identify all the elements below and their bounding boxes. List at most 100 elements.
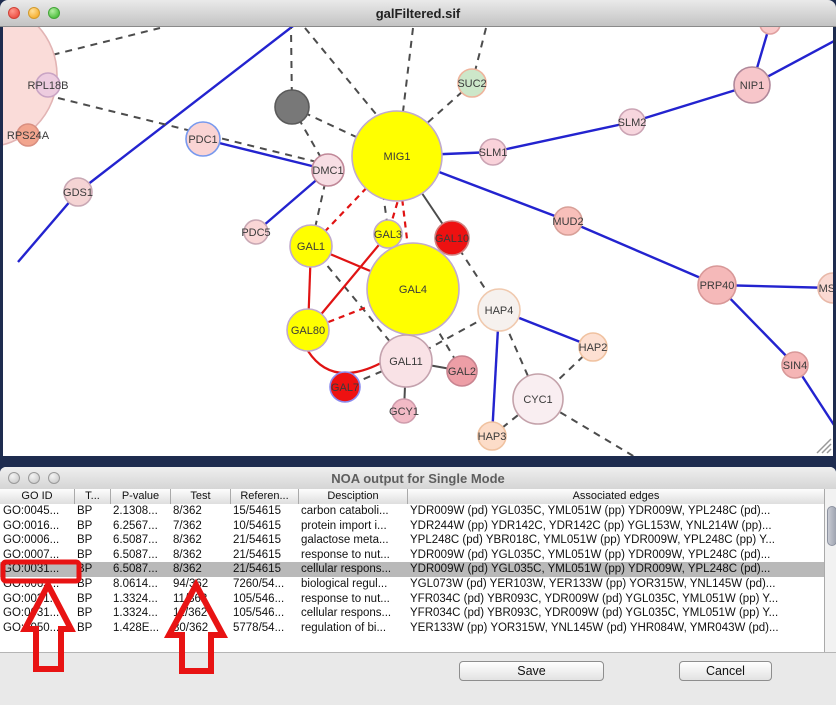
- window-title: NOA output for Single Mode: [331, 471, 505, 486]
- cell-p-value: 1.3324...: [110, 592, 170, 607]
- node-msl1[interactable]: MSL1: [818, 273, 833, 303]
- cell-test: 7/362: [170, 519, 230, 534]
- cell-p-value: 6.2567...: [110, 519, 170, 534]
- node-label: SLM1: [479, 147, 508, 159]
- table-row[interactable]: GO:0065...BP8.0614...94/3627260/54...bio…: [0, 577, 824, 592]
- network-window-titlebar[interactable]: galFiltered.sif: [0, 0, 836, 27]
- node-gal11[interactable]: GAL11: [380, 335, 432, 387]
- node-gal10[interactable]: GAL10: [435, 221, 469, 255]
- close-button[interactable]: [8, 472, 20, 484]
- resize-grip-icon[interactable]: [813, 436, 833, 454]
- edge-blue[interactable]: [632, 85, 752, 122]
- network-canvas[interactable]: RPL18BRPS24AGDS1PDC1PDC5DMC1MIG1SUC2SLM1…: [3, 26, 833, 456]
- edge-dash[interactable]: [305, 28, 385, 125]
- column-header-reference[interactable]: Referen...: [230, 489, 298, 504]
- network-graph: RPL18BRPS24AGDS1PDC1PDC5DMC1MIG1SUC2SLM1…: [3, 26, 833, 456]
- column-header-type[interactable]: T...: [74, 489, 110, 504]
- cell-type: BP: [74, 548, 110, 563]
- noa-window-titlebar[interactable]: NOA output for Single Mode: [0, 467, 836, 490]
- zoom-button[interactable]: [48, 7, 60, 19]
- table-row[interactable]: GO:0007...BP6.5087...8/36221/54615respon…: [0, 548, 824, 563]
- cell-test: 8/362: [170, 562, 230, 577]
- cancel-button[interactable]: Cancel: [679, 661, 772, 681]
- node-top-right[interactable]: [760, 26, 780, 34]
- column-header-go-id[interactable]: GO ID: [0, 489, 74, 504]
- node-label: SLM2: [618, 117, 647, 129]
- node-gray-node[interactable]: [275, 90, 309, 124]
- edge-dash[interactable]: [40, 28, 160, 58]
- node-suc2[interactable]: SUC2: [457, 69, 486, 97]
- cell-test: 8/362: [170, 548, 230, 563]
- node-cyc1[interactable]: CYC1: [513, 374, 563, 424]
- table-row[interactable]: GO:0031...BP1.3324...11/362105/546...cel…: [0, 606, 824, 621]
- column-header-p-value[interactable]: P-value: [110, 489, 170, 504]
- cell-go-id: GO:0031...: [0, 606, 74, 621]
- node-slm1[interactable]: SLM1: [479, 139, 508, 165]
- cell-reference: 15/54615: [230, 504, 298, 519]
- node-mig1[interactable]: MIG1: [352, 111, 442, 201]
- node-label: GAL1: [297, 241, 325, 253]
- node-sin4[interactable]: SIN4: [782, 352, 808, 378]
- table-row[interactable]: GO:0016...BP6.2567...7/36210/54615protei…: [0, 519, 824, 534]
- table-header: GO IDT...P-valueTestReferen...Desciption…: [0, 489, 836, 505]
- cell-reference: 21/54615: [230, 533, 298, 548]
- node-gal3[interactable]: GAL3: [374, 220, 402, 248]
- column-header-description[interactable]: Desciption: [298, 489, 407, 504]
- table-row[interactable]: GO:0045...BP2.1308...8/36215/54615carbon…: [0, 504, 824, 519]
- cell-p-value: 6.5087...: [110, 533, 170, 548]
- node-gds1[interactable]: GDS1: [63, 178, 93, 206]
- cell-description: carbon cataboli...: [298, 504, 407, 519]
- edge-blue[interactable]: [78, 26, 293, 192]
- vertical-scrollbar[interactable]: [824, 489, 836, 652]
- cell-reference: 105/546...: [230, 592, 298, 607]
- cell-associated-edges: YDR244W (pp) YDR142C, YDR142C (pp) YGL15…: [407, 519, 824, 534]
- cell-p-value: 6.5087...: [110, 562, 170, 577]
- cell-reference: 7260/54...: [230, 577, 298, 592]
- node-gal1[interactable]: GAL1: [290, 225, 332, 267]
- cell-reference: 10/54615: [230, 519, 298, 534]
- minimize-button[interactable]: [28, 7, 40, 19]
- cell-reference: 105/546...: [230, 606, 298, 621]
- table-row[interactable]: GO:0031...BP6.5087...8/36221/54615cellul…: [0, 562, 824, 577]
- node-hap3[interactable]: HAP3: [478, 422, 507, 450]
- cell-type: BP: [74, 519, 110, 534]
- node-pdc1[interactable]: PDC1: [186, 122, 220, 156]
- noa-window: NOA output for Single Mode GO IDT...P-va…: [0, 467, 836, 704]
- node-label: GAL3: [374, 229, 402, 241]
- node-prp40[interactable]: PRP40: [698, 266, 736, 304]
- node-gal80[interactable]: GAL80: [287, 309, 329, 351]
- cell-description: regulation of bi...: [298, 621, 407, 636]
- edge-blue[interactable]: [493, 122, 632, 152]
- node-hap2[interactable]: HAP2: [579, 333, 608, 361]
- network-window: RPL18BRPS24AGDS1PDC1PDC5DMC1MIG1SUC2SLM1…: [0, 0, 836, 460]
- scrollbar-thumb[interactable]: [827, 506, 836, 546]
- cell-test: 11/362: [170, 592, 230, 607]
- node-hap4[interactable]: HAP4: [478, 289, 520, 331]
- cell-type: BP: [74, 592, 110, 607]
- cell-description: galactose meta...: [298, 533, 407, 548]
- node-nip1[interactable]: NIP1: [734, 67, 770, 103]
- zoom-button[interactable]: [48, 472, 60, 484]
- column-header-associated-edges[interactable]: Associated edges: [407, 489, 824, 504]
- cell-description: response to nut...: [298, 548, 407, 563]
- table-row[interactable]: GO:0050...BP1.428E...80/3625778/54...reg…: [0, 621, 824, 636]
- node-gal2[interactable]: GAL2: [447, 356, 477, 386]
- node-label: CYC1: [523, 394, 552, 406]
- node-dmc1[interactable]: DMC1: [312, 154, 344, 186]
- node-gal4[interactable]: GAL4: [367, 243, 459, 335]
- column-header-test[interactable]: Test: [170, 489, 230, 504]
- close-button[interactable]: [8, 7, 20, 19]
- edge-blue[interactable]: [203, 139, 328, 170]
- node-gal7[interactable]: GAL7: [330, 372, 360, 402]
- node-mud2[interactable]: MUD2: [552, 207, 583, 235]
- table-row[interactable]: GO:0006...BP6.5087...8/36221/54615galact…: [0, 533, 824, 548]
- save-button[interactable]: Save: [459, 661, 604, 681]
- edge-red[interactable]: [308, 351, 381, 373]
- node-slm2[interactable]: SLM2: [618, 109, 647, 135]
- minimize-button[interactable]: [28, 472, 40, 484]
- node-gcy1[interactable]: GCY1: [389, 399, 419, 423]
- edge-dash[interactable]: [402, 28, 413, 120]
- table-row[interactable]: GO:0031...BP1.3324...11/362105/546...res…: [0, 592, 824, 607]
- edge-blue[interactable]: [568, 221, 717, 285]
- cell-go-id: GO:0007...: [0, 548, 74, 563]
